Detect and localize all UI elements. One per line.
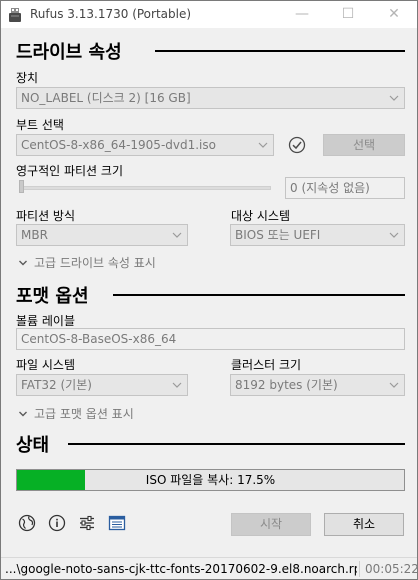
chevron-down-icon — [389, 95, 399, 101]
select-image-button[interactable]: 선택 — [323, 134, 405, 156]
chevron-down-icon — [19, 411, 27, 417]
globe-icon[interactable] — [17, 513, 37, 533]
file-system-value: FAT32 (기본) — [21, 378, 92, 392]
close-window-button[interactable]: ✕ — [371, 1, 417, 28]
window-title: Rufus 3.13.1730 (Portable) — [30, 7, 192, 21]
target-system-label: 대상 시스템 — [231, 209, 291, 223]
partition-scheme-label: 파티션 방식 — [16, 209, 76, 223]
section-divider — [155, 50, 405, 52]
progress-text: ISO 파일을 복사: 17.5% — [145, 473, 276, 487]
persistent-partition-label: 영구적인 파티션 크기 — [16, 164, 123, 178]
maximize-button[interactable]: ☐ — [325, 1, 371, 28]
status-divider — [359, 561, 360, 577]
target-system-value: BIOS 또는 UEFI — [235, 228, 321, 242]
file-system-label: 파일 시스템 — [16, 358, 76, 372]
advanced-format-toggle-label: 고급 포맷 옵션 표시 — [34, 407, 134, 421]
status-file-text: ...\google-noto-sans-cjk-ttc-fonts-20170… — [5, 562, 357, 576]
chevron-down-icon — [389, 232, 399, 238]
section-divider — [113, 294, 405, 296]
chevron-down-icon — [389, 382, 399, 388]
target-system-select[interactable]: BIOS 또는 UEFI — [230, 224, 405, 246]
rufus-window: Rufus 3.13.1730 (Portable) — ☐ ✕ 드라이브 속성… — [0, 0, 418, 580]
chevron-down-icon — [172, 382, 182, 388]
device-label: 장치 — [16, 71, 39, 85]
file-system-select[interactable]: FAT32 (기본) — [16, 374, 188, 396]
volume-label-field[interactable]: CentOS-8-BaseOS-x86_64 — [16, 328, 405, 350]
persistent-size-field[interactable]: 0 (지속성 없음) — [285, 177, 405, 199]
section-divider — [68, 443, 405, 445]
elapsed-time: 00:05:22 — [365, 562, 418, 576]
advanced-format-toggle[interactable]: 고급 포맷 옵션 표시 — [18, 405, 134, 422]
cluster-size-value: 8192 bytes (기본) — [235, 378, 338, 392]
device-select[interactable]: NO_LABEL (디스크 2) [16 GB] — [16, 87, 405, 109]
start-button[interactable]: 시작 — [231, 513, 311, 536]
advanced-drive-toggle[interactable]: 고급 드라이브 속성 표시 — [18, 254, 156, 271]
volume-label-label: 볼륨 레이블 — [16, 314, 76, 328]
progress-bar: ISO 파일을 복사: 17.5% — [16, 469, 405, 491]
chevron-down-icon — [19, 260, 27, 266]
title-bar: Rufus 3.13.1730 (Portable) — ☐ ✕ — [1, 1, 417, 28]
format-options-heading: 포맷 옵션 — [16, 286, 89, 307]
drive-properties-heading: 드라이브 속성 — [16, 42, 122, 63]
partition-scheme-value: MBR — [21, 228, 48, 242]
check-iso-icon[interactable] — [288, 136, 306, 154]
advanced-drive-toggle-label: 고급 드라이브 속성 표시 — [34, 256, 156, 270]
partition-scheme-select[interactable]: MBR — [16, 224, 188, 246]
boot-selection-select[interactable]: CentOS-8-x86_64-1905-dvd1.iso — [16, 134, 274, 156]
device-select-value: NO_LABEL (디스크 2) [16 GB] — [21, 91, 191, 105]
usb-drive-icon — [9, 8, 21, 22]
cluster-size-label: 클러스터 크기 — [231, 358, 302, 372]
cancel-button[interactable]: 취소 — [324, 513, 404, 536]
slider-thumb[interactable] — [19, 180, 24, 193]
boot-selection-label: 부트 선택 — [16, 118, 64, 132]
info-icon[interactable] — [47, 513, 67, 533]
settings-sliders-icon[interactable] — [77, 513, 97, 533]
chevron-down-icon — [172, 232, 182, 238]
log-icon[interactable] — [107, 513, 127, 533]
boot-selection-value: CentOS-8-x86_64-1905-dvd1.iso — [21, 138, 216, 152]
status-bar: ...\google-noto-sans-cjk-ttc-fonts-20170… — [1, 557, 418, 579]
persistent-size-slider[interactable] — [21, 186, 271, 190]
cluster-size-select[interactable]: 8192 bytes (기본) — [230, 374, 405, 396]
minimize-button[interactable]: — — [279, 1, 325, 28]
chevron-down-icon — [258, 142, 268, 148]
status-heading: 상태 — [16, 435, 50, 456]
